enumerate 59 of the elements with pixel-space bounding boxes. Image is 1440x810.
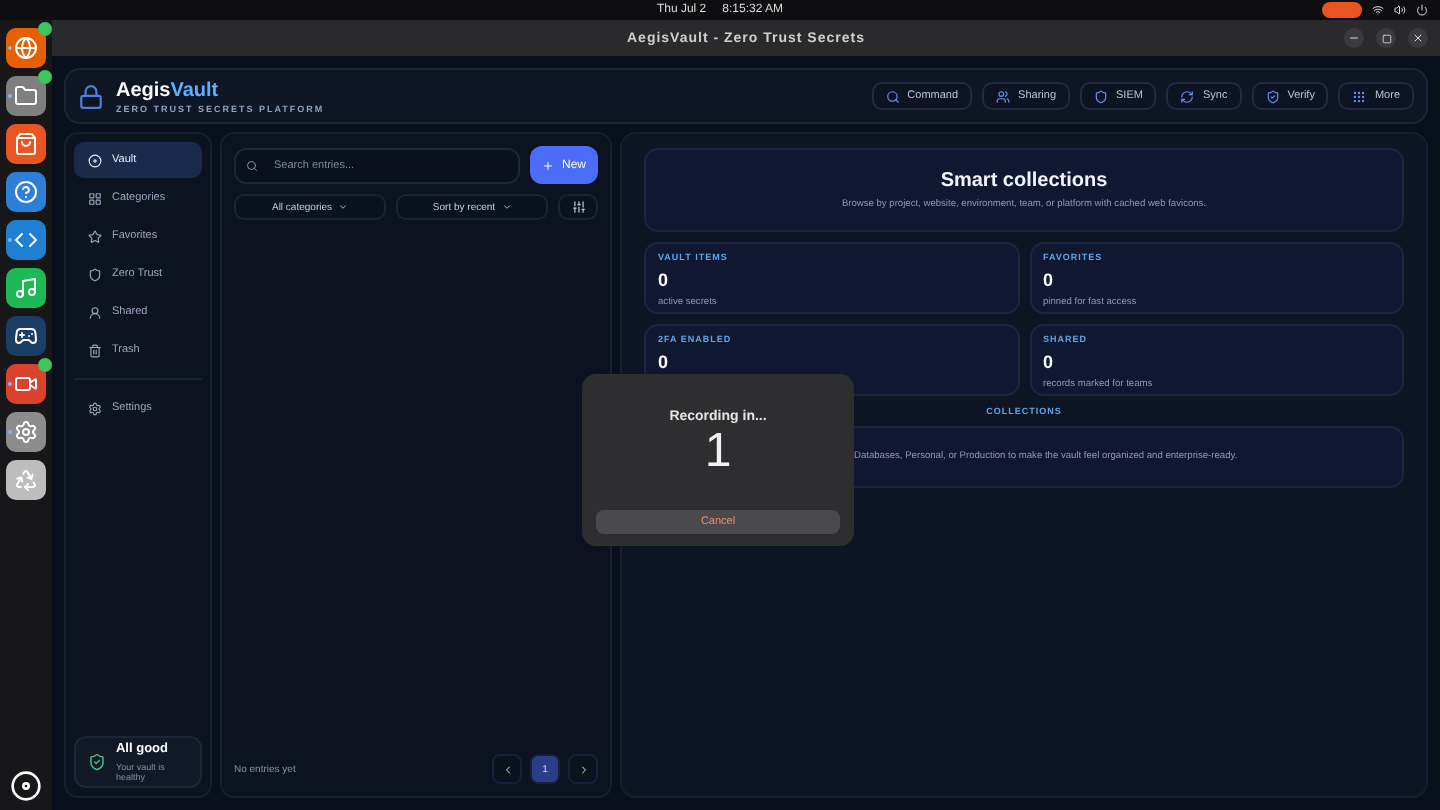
dock-app-icon[interactable] [6, 124, 46, 164]
filter-options-button[interactable] [558, 194, 598, 220]
dock-app-icon[interactable] [6, 76, 46, 116]
grid-dots-icon [1352, 89, 1367, 103]
dock-app-icon[interactable] [6, 364, 46, 404]
countdown-number: 1 [704, 428, 732, 476]
volume-icon [1394, 4, 1406, 16]
brand-name: AegisVault [116, 79, 221, 101]
minimize-button[interactable] [1344, 28, 1364, 48]
maximize-icon [1381, 33, 1391, 43]
recording-indicator[interactable] [1322, 2, 1362, 18]
section-title: Smart collections [938, 170, 1110, 192]
minimize-icon [1348, 32, 1360, 44]
code-icon [14, 228, 38, 252]
shield-check-icon [88, 752, 106, 772]
gamepad-icon [14, 324, 38, 348]
star-icon [88, 229, 102, 243]
stat-value: 0 [658, 352, 671, 372]
dock-app-icon[interactable] [6, 460, 46, 500]
stat-value: 0 [658, 270, 671, 290]
users-icon [996, 89, 1011, 103]
grid-icon [88, 191, 102, 205]
disc-icon [88, 153, 102, 167]
chevron-left-icon [501, 763, 513, 775]
dock-app-icon[interactable] [6, 316, 46, 356]
dock-app-icon[interactable] [6, 268, 46, 308]
music-icon [14, 276, 38, 300]
dock-app-icon[interactable] [6, 172, 46, 212]
chevron-right-icon [577, 763, 589, 775]
close-icon [1412, 32, 1424, 44]
stat-value: 0 [1043, 270, 1056, 290]
search-icon [885, 89, 900, 103]
close-button[interactable] [1408, 28, 1428, 48]
settings-icon [88, 401, 102, 415]
help-icon [14, 180, 38, 204]
power-icon [1416, 4, 1428, 16]
sliders-icon [571, 200, 585, 214]
trash-icon [88, 343, 102, 357]
shield-icon [88, 267, 102, 281]
plus-icon [542, 159, 554, 171]
dock-app-icon[interactable] [6, 412, 46, 452]
caret-icon [338, 202, 348, 212]
network-icon [1372, 4, 1384, 16]
sync-icon [1180, 89, 1195, 103]
shield-icon [1094, 89, 1109, 103]
settings-icon [14, 420, 38, 444]
shopping-bag-icon [14, 132, 38, 156]
maximize-button[interactable] [1376, 28, 1396, 48]
globe-icon [14, 36, 38, 60]
shield-check-icon [1265, 89, 1280, 103]
recycle-bin-icon [14, 468, 38, 492]
folder-icon [14, 84, 38, 108]
search-icon [246, 159, 258, 171]
dock-app-icon[interactable] [6, 28, 46, 68]
video-camera-icon [14, 372, 38, 396]
user-icon [88, 305, 102, 319]
caret-icon [501, 202, 512, 212]
stat-value: 0 [1043, 352, 1056, 372]
dock-app-icon[interactable] [6, 220, 46, 260]
